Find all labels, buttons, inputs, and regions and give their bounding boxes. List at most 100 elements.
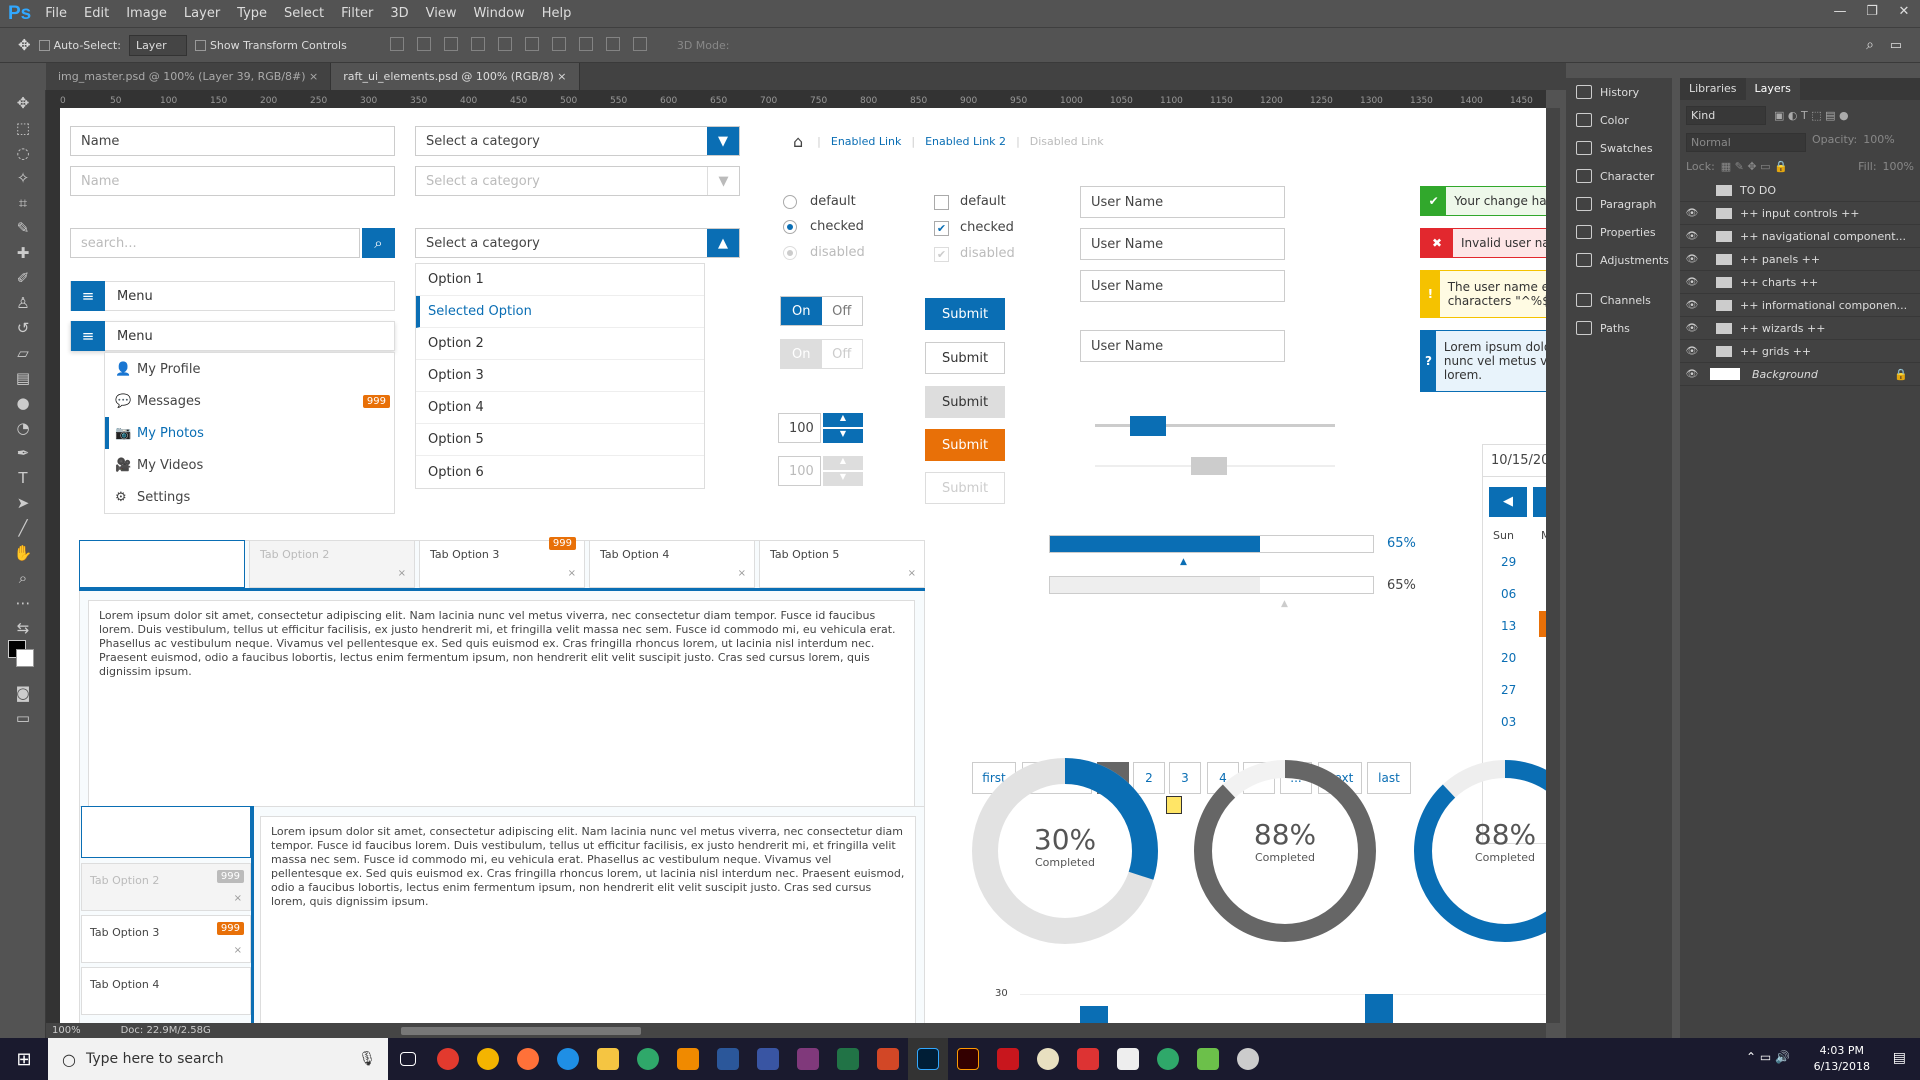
dodge-tool-icon[interactable]: ◔	[0, 415, 46, 440]
zoom-tool-icon[interactable]: ⌕	[0, 565, 46, 590]
menu-item-messages[interactable]: 💬 Messages 999	[115, 385, 390, 417]
color-swatches[interactable]	[0, 640, 45, 680]
zoom-level[interactable]: 100%	[52, 1025, 81, 1036]
tab-option-4[interactable]: Tab Option 4 ×	[589, 540, 755, 588]
healing-brush-icon[interactable]: ✚	[0, 240, 46, 265]
breadcrumb-link-2[interactable]: Enabled Link 2	[925, 135, 1006, 148]
eye-icon[interactable]: 👁	[1680, 300, 1704, 311]
pen-tool-icon[interactable]: ✒	[0, 440, 46, 465]
excel-icon[interactable]	[828, 1038, 868, 1080]
username-input-2[interactable]: User Name	[1080, 228, 1285, 260]
close-icon[interactable]: ×	[738, 568, 746, 579]
menu-item-my-photos[interactable]: 📷 My Photos	[105, 417, 394, 449]
firefox-icon[interactable]	[508, 1038, 548, 1080]
panel-channels[interactable]: Channels	[1566, 286, 1672, 314]
tab-option-2[interactable]: Tab Option 2 ×	[249, 540, 415, 588]
menu-filter[interactable]: Filter	[341, 6, 373, 21]
blur-tool-icon[interactable]: ●	[0, 390, 46, 415]
layer-row[interactable]: 👁 ++ input controls ++	[1680, 202, 1920, 225]
layer-select[interactable]: Layer	[128, 34, 187, 56]
calendar-date-input[interactable]: 10/15/201	[1483, 445, 1546, 477]
menu-file[interactable]: File	[45, 6, 67, 21]
panel-paragraph[interactable]: Paragraph	[1566, 190, 1672, 218]
chevron-down-icon[interactable]: ▼	[707, 127, 739, 155]
move-tool-icon[interactable]: ✥	[18, 36, 31, 54]
category-select[interactable]: Select a category ▼	[415, 126, 740, 156]
note-icon[interactable]	[1166, 796, 1182, 814]
workspace-icon[interactable]: ▭	[1890, 38, 1902, 53]
layer-row[interactable]: TO DO	[1680, 179, 1920, 202]
vtab-option-4[interactable]: Tab Option 4	[81, 967, 251, 1015]
restore-button[interactable]: ❐	[1856, 0, 1888, 24]
clock[interactable]: 4:03 PM 6/13/2018	[1814, 1043, 1870, 1075]
option-4[interactable]: Option 4	[416, 392, 704, 424]
panel-properties[interactable]: Properties	[1566, 218, 1672, 246]
app-icon[interactable]	[628, 1038, 668, 1080]
radio-checked[interactable]	[783, 220, 797, 234]
hamburger-icon[interactable]: ≡	[71, 321, 105, 351]
powerpoint-icon[interactable]	[868, 1038, 908, 1080]
acrobat-icon[interactable]	[988, 1038, 1028, 1080]
close-button[interactable]: ✕	[1888, 0, 1920, 24]
close-icon[interactable]: ×	[568, 568, 576, 579]
illustrator-icon[interactable]	[948, 1038, 988, 1080]
username-input-4[interactable]: User Name	[1080, 330, 1285, 362]
lasso-tool-icon[interactable]: ◌	[0, 140, 46, 165]
eye-icon[interactable]: 👁	[1680, 277, 1704, 288]
tab-layers[interactable]: Layers	[1745, 78, 1800, 100]
option-3[interactable]: Option 3	[416, 360, 704, 392]
tab-selected[interactable]: Selected Tab Option 1 ×	[79, 540, 245, 588]
search-input[interactable]: search...	[70, 228, 360, 258]
eye-icon[interactable]: 👁	[1680, 323, 1704, 334]
calendar-next-button[interactable]	[1533, 487, 1546, 517]
panel-history[interactable]: History	[1566, 78, 1672, 106]
layer-row[interactable]: 👁 ++ charts ++	[1680, 271, 1920, 294]
lock-icon[interactable]: ▦ ✎ ✥ ▭ 🔒	[1721, 160, 1788, 173]
close-icon[interactable]: ×	[234, 893, 242, 904]
visio-icon[interactable]	[748, 1038, 788, 1080]
tab-option-5[interactable]: Tab Option 5 ×	[759, 540, 925, 588]
hand-tool-icon[interactable]: ✋	[0, 540, 46, 565]
layer-filter-kind[interactable]: Kind	[1686, 106, 1766, 125]
shape-tool-icon[interactable]: ╱	[0, 515, 46, 540]
fill-value[interactable]: 100%	[1883, 160, 1914, 173]
blend-mode-select[interactable]: Normal	[1686, 133, 1806, 152]
path-select-icon[interactable]: ➤	[0, 490, 46, 515]
submit-button-orange[interactable]: Submit	[925, 429, 1005, 461]
app-icon[interactable]	[428, 1038, 468, 1080]
brush-tool-icon[interactable]: ✐	[0, 265, 46, 290]
document-canvas[interactable]: Name Name search... ⌕ ≡ Menu ≡ Menu 👤 My Pr…	[60, 108, 1546, 1023]
eraser-tool-icon[interactable]: ▱	[0, 340, 46, 365]
swap-colors-icon[interactable]: ⇆	[0, 615, 46, 640]
menu-view[interactable]: View	[426, 6, 457, 21]
app-icon[interactable]	[1028, 1038, 1068, 1080]
doc-tab-raft-ui[interactable]: raft_ui_elements.psd @ 100% (RGB/8) ×	[331, 63, 580, 90]
calendar-day-selected[interactable]: 14	[1539, 611, 1546, 637]
minimize-button[interactable]: —	[1824, 0, 1856, 24]
stepper-up-icon[interactable]: ▲	[823, 413, 863, 427]
search-icon[interactable]: ⌕	[1866, 37, 1874, 53]
checkbox-checked[interactable]: ✔	[934, 221, 949, 236]
taskbar-search[interactable]: ○ Type here to search 🎙	[48, 1038, 388, 1080]
marquee-tool-icon[interactable]: ⬚	[0, 115, 46, 140]
menu-3d[interactable]: 3D	[390, 6, 408, 21]
option-selected[interactable]: Selected Option	[416, 296, 704, 328]
search-button[interactable]: ⌕	[362, 228, 395, 258]
radio-default[interactable]	[783, 195, 797, 209]
username-input-1[interactable]: User Name	[1080, 186, 1285, 218]
eye-icon[interactable]: 👁	[1680, 208, 1704, 219]
vtab-option-3[interactable]: Tab Option 3 999 ×	[81, 915, 251, 963]
toggle-off[interactable]: Off	[822, 297, 863, 325]
close-icon[interactable]: ×	[234, 840, 242, 851]
panel-paths[interactable]: Paths	[1566, 314, 1672, 342]
chevron-up-icon[interactable]: ▲	[707, 229, 739, 257]
layer-row[interactable]: 👁 ++ informational componen...	[1680, 294, 1920, 317]
chrome-icon[interactable]	[468, 1038, 508, 1080]
close-icon[interactable]: ×	[557, 70, 566, 83]
menu-edit[interactable]: Edit	[84, 6, 109, 21]
menu-item-settings[interactable]: ⚙ Settings	[115, 481, 190, 513]
menu-window[interactable]: Window	[473, 6, 524, 21]
tab-option-3[interactable]: Tab Option 3 999 ×	[419, 537, 585, 588]
type-tool-icon[interactable]: T	[0, 465, 46, 490]
vertical-scrollbar[interactable]	[1546, 108, 1560, 1023]
